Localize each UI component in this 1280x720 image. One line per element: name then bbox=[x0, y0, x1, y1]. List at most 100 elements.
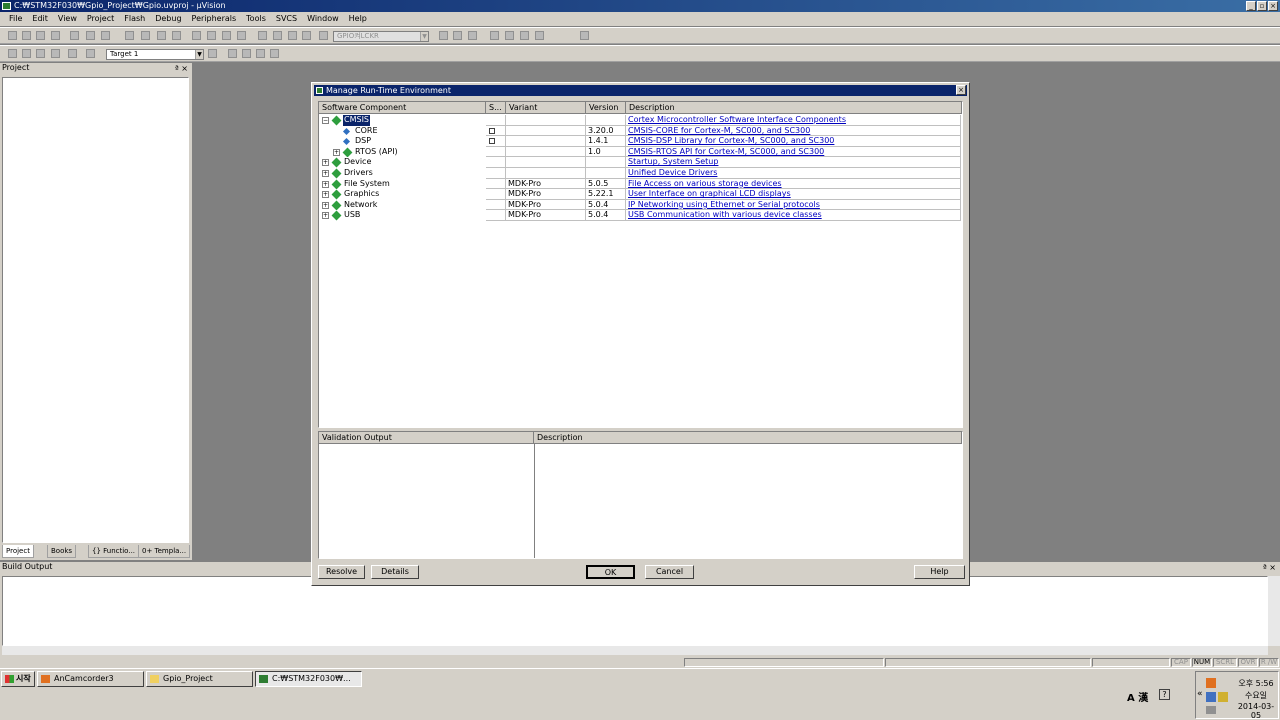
task-gpio-project[interactable]: Gpio_Project bbox=[146, 671, 253, 687]
variant-cell[interactable]: MDK-Pro bbox=[506, 210, 586, 221]
col-software-component[interactable]: Software Component bbox=[319, 102, 486, 114]
component-row[interactable]: + Graphics MDK-Pro 5.22.1 User Interface on … bbox=[319, 189, 962, 200]
std-toolbar-button[interactable] bbox=[207, 31, 216, 40]
project-tree[interactable] bbox=[2, 77, 189, 543]
std-toolbar-button[interactable] bbox=[288, 31, 297, 40]
description-link[interactable]: CMSIS-CORE for Cortex-M, SC000, and SC30… bbox=[626, 126, 810, 135]
component-cell[interactable]: + RTOS (API) bbox=[319, 147, 486, 158]
component-cell[interactable]: + Graphics bbox=[319, 189, 486, 200]
std-toolbar-button[interactable] bbox=[125, 31, 134, 40]
selection-cell[interactable] bbox=[486, 168, 506, 179]
selection-cell[interactable] bbox=[486, 136, 506, 147]
chevron-down-icon[interactable]: ▼ bbox=[195, 50, 203, 59]
selection-cell[interactable] bbox=[486, 189, 506, 200]
target-combo[interactable]: Target 1 ▼ bbox=[106, 49, 204, 60]
description-link[interactable]: User Interface on graphical LCD displays bbox=[626, 189, 791, 198]
build-toolbar-button[interactable] bbox=[86, 49, 95, 58]
selection-cell[interactable] bbox=[486, 178, 506, 190]
menu-help[interactable]: Help bbox=[344, 12, 372, 26]
std-toolbar-button[interactable] bbox=[535, 31, 544, 40]
cancel-button[interactable]: Cancel bbox=[645, 565, 694, 579]
expand-icon[interactable]: + bbox=[322, 180, 329, 188]
col-variant[interactable]: Variant bbox=[506, 102, 586, 114]
start-button[interactable]: 시작 bbox=[1, 671, 35, 687]
std-toolbar-button[interactable] bbox=[319, 31, 328, 40]
close-icon[interactable]: × bbox=[1268, 1, 1278, 11]
std-toolbar-button[interactable] bbox=[172, 31, 181, 40]
chevron-down-icon[interactable]: ▼ bbox=[420, 32, 428, 41]
std-toolbar-button[interactable] bbox=[222, 31, 231, 40]
tab-functions[interactable]: {} Functio... bbox=[88, 545, 140, 558]
select-checkbox[interactable] bbox=[489, 138, 495, 145]
panel-close-icon[interactable]: ª × bbox=[175, 64, 188, 73]
expand-icon[interactable]: + bbox=[333, 148, 340, 156]
menu-window[interactable]: Window bbox=[302, 12, 344, 26]
selection-cell[interactable] bbox=[486, 199, 506, 211]
menu-view[interactable]: View bbox=[53, 12, 82, 26]
selection-cell[interactable] bbox=[486, 146, 506, 158]
expand-icon[interactable]: + bbox=[322, 170, 329, 177]
description-link[interactable]: IP Networking using Ethernet or Serial p… bbox=[626, 200, 820, 209]
select-checkbox[interactable] bbox=[489, 127, 495, 134]
component-row[interactable]: + USB MDK-Pro 5.0.4 USB Communication with v… bbox=[319, 210, 962, 221]
variant-cell[interactable]: MDK-Pro bbox=[506, 189, 586, 200]
find-combo[interactable]: GPIO켜LCKR ▼ bbox=[333, 31, 429, 42]
build-toolbar-button[interactable] bbox=[36, 49, 45, 58]
tab-books[interactable]: Books bbox=[47, 545, 77, 558]
std-toolbar-button[interactable] bbox=[505, 31, 514, 40]
speaker-icon[interactable] bbox=[1206, 706, 1216, 714]
menu-file[interactable]: File bbox=[4, 12, 27, 26]
build-toolbar-button[interactable] bbox=[68, 49, 77, 58]
build-output-text[interactable] bbox=[2, 576, 1268, 646]
menu-tools[interactable]: Tools bbox=[241, 12, 271, 26]
panel-close-icon[interactable]: ª × bbox=[1263, 563, 1276, 572]
col-selection[interactable]: S... bbox=[486, 102, 506, 114]
std-toolbar-button[interactable] bbox=[70, 31, 79, 40]
component-row[interactable]: − CMSIS Cortex Microcontroller Software In… bbox=[319, 115, 962, 126]
selection-cell[interactable] bbox=[486, 157, 506, 168]
variant-cell[interactable] bbox=[506, 115, 586, 126]
col-validation-description[interactable]: Description bbox=[534, 432, 962, 444]
tab-project[interactable]: Project bbox=[2, 545, 34, 558]
std-toolbar-button[interactable] bbox=[468, 31, 477, 40]
component-cell[interactable]: + USB bbox=[319, 210, 486, 221]
std-toolbar-button[interactable] bbox=[490, 31, 499, 40]
component-cell[interactable]: + Network bbox=[319, 200, 486, 211]
restore-icon[interactable]: ▫ bbox=[1257, 1, 1267, 11]
std-toolbar-button[interactable] bbox=[8, 31, 17, 40]
component-row[interactable]: CORE 3.20.0 CMSIS-CORE for Cortex-M, SC000… bbox=[319, 125, 962, 137]
description-link[interactable]: Cortex Microcontroller Software Interfac… bbox=[626, 115, 846, 124]
ime-indicator[interactable]: A 漢 bbox=[1127, 689, 1148, 704]
dialog-close-icon[interactable]: × bbox=[956, 85, 966, 95]
component-row[interactable]: DSP 1.4.1 CMSIS-DSP Library for Cortex-M, … bbox=[319, 136, 962, 147]
description-link[interactable]: CMSIS-DSP Library for Cortex-M, SC000, a… bbox=[626, 136, 834, 145]
std-toolbar-button[interactable] bbox=[439, 31, 448, 40]
tray-app-icon[interactable] bbox=[1206, 678, 1216, 688]
std-toolbar-button[interactable] bbox=[22, 31, 31, 40]
component-cell[interactable]: CORE bbox=[319, 126, 486, 137]
component-cell[interactable]: + Drivers bbox=[319, 168, 486, 179]
expand-icon[interactable]: + bbox=[322, 201, 329, 209]
variant-cell[interactable]: MDK-Pro bbox=[506, 178, 586, 190]
variant-cell[interactable] bbox=[506, 157, 586, 168]
std-toolbar-button[interactable] bbox=[157, 31, 166, 40]
build-toolbar-button[interactable] bbox=[8, 49, 17, 58]
horizontal-scrollbar[interactable] bbox=[2, 646, 1268, 655]
std-toolbar-button[interactable] bbox=[86, 31, 95, 40]
component-row[interactable]: + Device Startup, System Setup bbox=[319, 157, 962, 168]
std-toolbar-button[interactable] bbox=[36, 31, 45, 40]
build-toolbar-button[interactable] bbox=[242, 49, 251, 58]
pen-icon[interactable] bbox=[1218, 692, 1228, 702]
std-toolbar-button[interactable] bbox=[237, 31, 246, 40]
minimize-icon[interactable]: _ bbox=[1246, 1, 1256, 11]
expand-icon[interactable]: + bbox=[322, 212, 329, 220]
variant-cell[interactable] bbox=[506, 146, 586, 158]
menu-flash[interactable]: Flash bbox=[119, 12, 150, 26]
component-row[interactable]: + Network MDK-Pro 5.0.4 IP Networking using … bbox=[319, 199, 962, 211]
std-toolbar-button[interactable] bbox=[302, 31, 311, 40]
vertical-scrollbar[interactable] bbox=[1268, 576, 1280, 646]
component-row[interactable]: + RTOS (API) 1.0 CMSIS-RTOS API for Cortex-… bbox=[319, 146, 962, 158]
variant-cell[interactable] bbox=[506, 136, 586, 147]
menu-svcs[interactable]: SVCS bbox=[271, 12, 302, 26]
build-toolbar-button[interactable] bbox=[51, 49, 60, 58]
